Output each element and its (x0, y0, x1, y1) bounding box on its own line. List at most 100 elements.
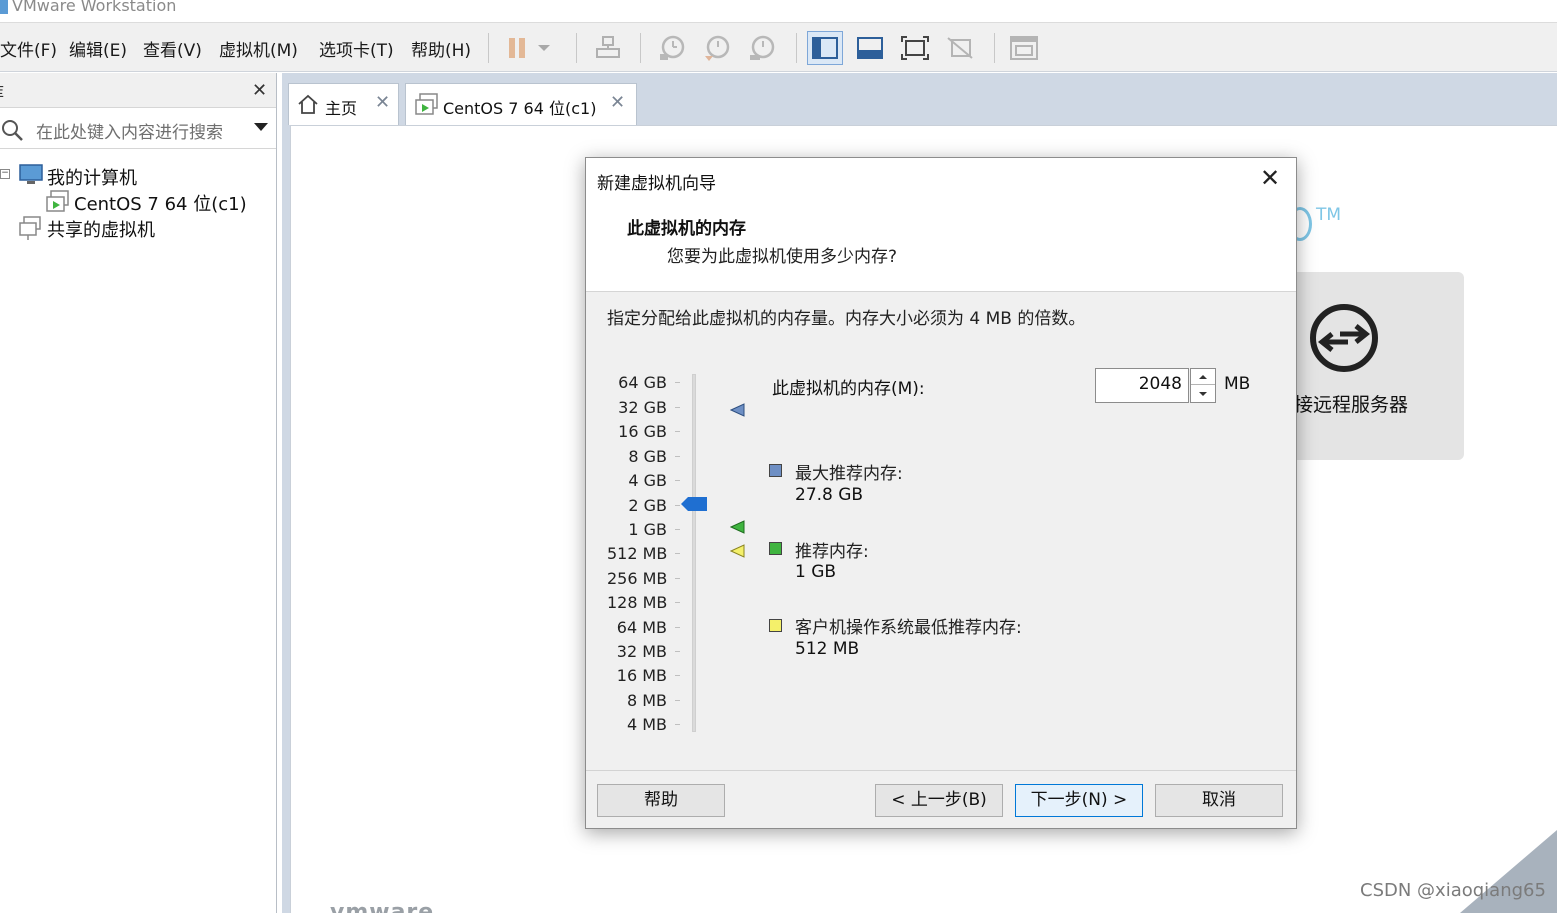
snapshot-manager-icon[interactable] (744, 31, 780, 65)
scale-label: 4 MB (626, 715, 667, 734)
memory-spinner[interactable] (1190, 368, 1216, 403)
close-icon[interactable]: ✕ (1260, 166, 1280, 190)
scale-tick (675, 651, 680, 652)
vm-icon (46, 190, 69, 212)
full-screen-icon[interactable] (897, 31, 933, 65)
next-button[interactable]: 下一步(N) > (1015, 784, 1143, 817)
library-title: 库 (0, 79, 4, 103)
tab-centos-label: CentOS 7 64 位(c1) (443, 99, 597, 118)
spin-down-icon[interactable] (1191, 386, 1215, 402)
help-button[interactable]: 帮助 (597, 784, 725, 817)
scale-tick (675, 578, 680, 579)
show-library-icon[interactable] (807, 31, 843, 65)
library-header: 库 ✕ (0, 73, 276, 108)
max-recommended-value: 27.8 GB (795, 485, 864, 505)
menu-help[interactable]: 帮助(H) (411, 36, 471, 61)
console-view-icon[interactable] (1006, 31, 1042, 65)
scale-label: 64 MB (616, 618, 667, 637)
minimum-marker-icon (730, 544, 745, 558)
scale-tick (675, 529, 680, 530)
scale-label: 16 MB (616, 666, 667, 685)
scale-tick (675, 431, 680, 432)
csdn-watermark: CSDN @xiaoqiang65 (1360, 880, 1546, 901)
max-recommended-marker-icon (730, 403, 745, 417)
connect-remote-server-card[interactable]: 接远程服务器 (1280, 272, 1464, 460)
scale-label: 256 MB (607, 569, 668, 588)
dialog-subheading: 您要为此虚拟机使用多少内存? (667, 247, 898, 267)
computer-icon (19, 164, 43, 184)
menu-vm[interactable]: 虚拟机(M) (219, 36, 298, 61)
scale-label: 8 MB (626, 691, 667, 710)
menu-toolbar: 文件(F) 编辑(E) 查看(V) 虚拟机(M) 选项卡(T) 帮助(H) (0, 22, 1557, 72)
minimum-label: 客户机操作系统最低推荐内存: (795, 618, 1022, 638)
dialog-description: 指定分配给此虚拟机的内存量。内存大小必须为 4 MB 的倍数。 (607, 309, 1086, 329)
scale-tick (675, 700, 680, 701)
memory-unit: MB (1224, 374, 1251, 394)
home-icon (298, 94, 318, 114)
power-dropdown-icon[interactable] (532, 31, 556, 65)
suspend-icon[interactable] (500, 31, 536, 65)
tab-centos-vm[interactable]: CentOS 7 64 位(c1) ✕ (405, 83, 637, 125)
toolbar-separator (640, 33, 641, 63)
library-panel: 库 ✕ 在此处键入内容进行搜索 − 我的计算机 CentOS 7 64 位(c1… (0, 73, 277, 913)
collapse-icon[interactable]: − (0, 169, 10, 179)
toolbar-separator (796, 33, 797, 63)
toolbar-separator (488, 33, 489, 63)
scale-label: 512 MB (607, 544, 668, 563)
scale-label: 128 MB (607, 593, 668, 612)
max-recommended-legend-icon (769, 464, 782, 477)
dialog-footer-divider (586, 770, 1296, 771)
snapshot-revert-icon[interactable] (699, 31, 735, 65)
cancel-button[interactable]: 取消 (1155, 784, 1283, 817)
connect-remote-server-label: 接远程服务器 (1294, 394, 1409, 416)
scale-tick (675, 407, 680, 408)
menu-tabs[interactable]: 选项卡(T) (319, 36, 394, 61)
tree-my-computer[interactable]: 我的计算机 (47, 164, 137, 190)
menu-edit[interactable]: 编辑(E) (69, 36, 127, 61)
scale-label: 16 GB (618, 422, 667, 441)
window-titlebar: VMware Workstation (0, 0, 1557, 22)
dialog-title: 新建虚拟机向导 (597, 174, 716, 194)
toolbar-separator (576, 33, 577, 63)
tree-vm-centos[interactable]: CentOS 7 64 位(c1) (74, 190, 247, 216)
send-ctrl-alt-del-icon[interactable] (590, 31, 626, 65)
spin-up-icon[interactable] (1191, 369, 1215, 385)
memory-label: 此虚拟机的内存(M): (772, 379, 925, 399)
tab-close-icon[interactable]: ✕ (375, 92, 390, 113)
search-icon (2, 120, 23, 141)
scale-label: 64 GB (618, 373, 667, 392)
scale-label: 4 GB (628, 471, 667, 490)
shared-vms-icon (19, 216, 41, 240)
unity-icon[interactable] (942, 31, 978, 65)
scale-tick (675, 480, 680, 481)
scale-label: 8 GB (628, 447, 667, 466)
thumbnail-bar-icon[interactable] (852, 31, 888, 65)
trademark-text: TM (1316, 205, 1342, 225)
tab-home[interactable]: 主页 ✕ (288, 83, 399, 125)
chevron-down-icon[interactable] (254, 123, 268, 131)
scale-tick (675, 553, 680, 554)
memory-input[interactable]: 2048 (1095, 368, 1189, 403)
tab-close-icon[interactable]: ✕ (610, 92, 625, 113)
library-close-icon[interactable]: ✕ (252, 80, 267, 101)
scale-tick (675, 456, 680, 457)
scale-tick (675, 724, 680, 725)
toolbar-separator (994, 33, 995, 63)
scale-label: 1 GB (628, 520, 667, 539)
tree-shared-vms[interactable]: 共享的虚拟机 (47, 216, 155, 242)
dialog-heading: 此虚拟机的内存 (627, 219, 746, 239)
memory-slider-thumb[interactable] (679, 496, 709, 512)
search-input[interactable]: 在此处键入内容进行搜索 (36, 118, 223, 143)
library-search-box[interactable]: 在此处键入内容进行搜索 (0, 109, 276, 149)
menu-view[interactable]: 查看(V) (143, 36, 202, 61)
snapshot-take-icon[interactable] (654, 31, 690, 65)
recommended-legend-icon (769, 542, 782, 555)
back-button[interactable]: < 上一步(B) (875, 784, 1003, 817)
memory-slider-track[interactable] (692, 374, 696, 732)
max-recommended-label: 最大推荐内存: (795, 464, 903, 484)
window-title: VMware Workstation (12, 0, 177, 15)
vm-icon (415, 93, 438, 115)
menu-file[interactable]: 文件(F) (0, 36, 57, 61)
scale-label: 32 GB (618, 398, 667, 417)
dialog-header: 新建虚拟机向导 ✕ 此虚拟机的内存 您要为此虚拟机使用多少内存? (586, 158, 1296, 292)
